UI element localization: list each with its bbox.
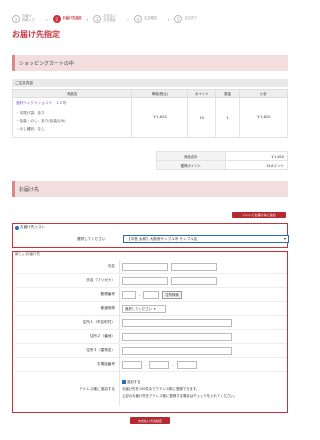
- cart-item-cell: 酒好ベイクドショコラ １２号 ・手提げ袋：あり ・包装・のし：あり(包装のみ) …: [11, 97, 133, 138]
- chevron-right-icon: ›: [127, 16, 129, 22]
- save-label: アドレス帳に追加する: [79, 386, 115, 391]
- price-cell: ￥1,620: [131, 97, 189, 138]
- step-label: 注文完了: [184, 16, 198, 21]
- step-2: 2 お届け先指定 ›: [52, 15, 89, 23]
- address-list-header[interactable]: お届け先リスト: [15, 225, 45, 230]
- product-option: ・包装・のし：あり(包装のみ): [16, 118, 66, 123]
- save-checkbox-row[interactable]: 追加する: [122, 379, 141, 386]
- step-number: 5: [174, 15, 183, 23]
- name-row: 氏名: [15, 260, 287, 274]
- phone-row: お電話番号 - -: [15, 358, 287, 372]
- table-row: 商品合計 ￥1,620: [156, 151, 289, 161]
- col-header-subtotal: 小計: [239, 89, 288, 98]
- prefecture-select[interactable]: 選択してください ▾: [122, 304, 166, 313]
- kana-row: 氏名（フリガナ）: [15, 274, 287, 288]
- step-number: 3: [93, 15, 102, 23]
- address1-input[interactable]: [122, 318, 232, 327]
- phone-first-input[interactable]: [122, 360, 142, 369]
- save-checkbox-label: 追加する: [127, 379, 141, 384]
- addr1-row: 住所１（市区町村）: [15, 316, 287, 330]
- addr3-label: 住所３（建物名）: [86, 348, 115, 352]
- phone-dash: -: [145, 362, 147, 367]
- phone-second-input[interactable]: [149, 360, 170, 369]
- zip-second-input[interactable]: [143, 290, 160, 299]
- step-4: 4 注文確認 ›: [133, 15, 170, 23]
- subtotal-cell: ￥1,620: [239, 97, 288, 138]
- table-row: 酒好ベイクドショコラ １２号 ・手提げ袋：あり ・包装・のし：あり(包装のみ) …: [11, 97, 288, 138]
- save-row: アドレス帳に追加する 追加する お届け先を150件までアドレス帳に登録できます。…: [15, 372, 287, 406]
- col-header-qty: 数量: [215, 89, 241, 98]
- col-header-points: ポイント: [187, 89, 217, 98]
- kana-label: 氏名（フリガナ）: [86, 278, 115, 282]
- points-cell: 15: [187, 97, 217, 138]
- save-note: お届け先を150件までアドレス帳に登録できます。: [122, 386, 200, 391]
- zip-first-input[interactable]: [122, 290, 136, 299]
- pref-label: 都道府県: [100, 306, 115, 310]
- points-earned-value: 15ポイント: [224, 160, 289, 170]
- table-row: 獲得ポイント 15ポイント: [156, 160, 289, 170]
- step-label: 注文確認: [143, 16, 157, 21]
- chevron-down-icon: ▾: [153, 306, 156, 311]
- total-value: ￥1,620: [224, 151, 289, 161]
- col-header-price: 単価(税込): [131, 89, 189, 98]
- zip-row: 郵便番号 - 住所検索: [15, 288, 287, 302]
- save-note: 上記のお届け先をアドレス帳に登録する場合はチェックを入れてください。: [122, 393, 238, 398]
- address3-input[interactable]: [122, 346, 232, 355]
- col-header-name: 商品名: [11, 89, 133, 98]
- last-name-kana-input[interactable]: [122, 276, 168, 285]
- zip-dash: -: [139, 292, 141, 297]
- first-name-input[interactable]: [171, 262, 217, 271]
- new-address-header: 新しいお届け先: [15, 252, 41, 256]
- chevron-right-icon: ›: [86, 16, 89, 22]
- save-checkbox[interactable]: [122, 380, 126, 384]
- last-name-input[interactable]: [122, 262, 168, 271]
- address-section-header: お届け先: [12, 181, 288, 197]
- address2-input[interactable]: [122, 332, 232, 341]
- submit-button[interactable]: お支払い方法指定: [130, 417, 170, 424]
- step-1: 1 お届け 情報入力 ›: [12, 15, 48, 23]
- cart-section-header: ショッピングカートの中: [12, 55, 288, 71]
- step-5: 5 注文完了: [174, 15, 206, 23]
- step-label: お届け先指定: [62, 16, 82, 21]
- cart-table: 商品名 単価(税込) ポイント 数量 小計 酒好ベイクドショコラ １２号 ・手提…: [11, 89, 288, 138]
- chevron-right-icon: ›: [167, 16, 170, 22]
- order-details-label: ご注文内容: [12, 79, 288, 87]
- step-label: お届け 情報入力: [22, 14, 35, 22]
- total-label: 商品合計: [156, 151, 226, 161]
- first-name-kana-input[interactable]: [171, 276, 217, 285]
- totals-table: 商品合計 ￥1,620 獲得ポイント 15ポイント: [156, 151, 289, 170]
- step-label: お支払い 方法指定: [103, 14, 116, 22]
- chevron-right-icon: ›: [46, 16, 48, 22]
- phone-label: お電話番号: [97, 362, 115, 366]
- zip-search-button[interactable]: 住所検索: [162, 290, 182, 299]
- phone-dash: -: [172, 362, 174, 367]
- phone-third-input[interactable]: [176, 360, 197, 369]
- address-select[interactable]: 【中島 太郎】大阪府サンプル市 サンプル区: [123, 235, 289, 243]
- product-option: ・のし種別：なし: [16, 126, 45, 131]
- address-select-prompt: 選択してください: [77, 237, 106, 241]
- name-label: 氏名: [107, 264, 115, 268]
- step-3: 3 お支払い 方法指定 ›: [93, 15, 129, 23]
- product-option: ・手提げ袋：あり: [16, 110, 45, 115]
- pref-row: 都道府県 選択してください ▾: [15, 302, 287, 316]
- add-address-button[interactable]: いいいでお届け先に追加: [232, 212, 286, 218]
- step-number: 2: [52, 15, 61, 23]
- zip-label: 郵便番号: [100, 292, 115, 296]
- prefecture-select-value: 選択してください: [125, 307, 152, 311]
- address-list-label: お届け先リスト: [20, 225, 46, 229]
- address-list-radio[interactable]: [15, 225, 19, 230]
- new-address-form: 新しいお届け先 氏名 氏名（フリガナ） 郵便番号 - 住所検索 都道府県 選択し…: [12, 251, 288, 413]
- addr3-row: 住所３（建物名）: [15, 344, 287, 358]
- qty-cell: 1: [215, 97, 241, 138]
- product-name-link[interactable]: 酒好ベイクドショコラ １２号: [16, 101, 128, 106]
- addr2-row: 住所２（番地）: [15, 330, 287, 344]
- page-title: お届け先指定: [12, 30, 60, 39]
- points-earned-label: 獲得ポイント: [156, 160, 226, 170]
- addr1-label: 住所１（市区町村）: [82, 320, 115, 324]
- step-number: 1: [12, 15, 20, 23]
- addr2-label: 住所２（番地）: [89, 334, 115, 338]
- address-list-box: お届け先リスト 選択してください 【中島 太郎】大阪府サンプル市 サンプル区: [12, 223, 289, 248]
- step-number: 4: [133, 15, 142, 23]
- checkout-steps: 1 お届け 情報入力 › 2 お届け先指定 › 3 お支払い 方法指定 › 4 …: [12, 12, 288, 26]
